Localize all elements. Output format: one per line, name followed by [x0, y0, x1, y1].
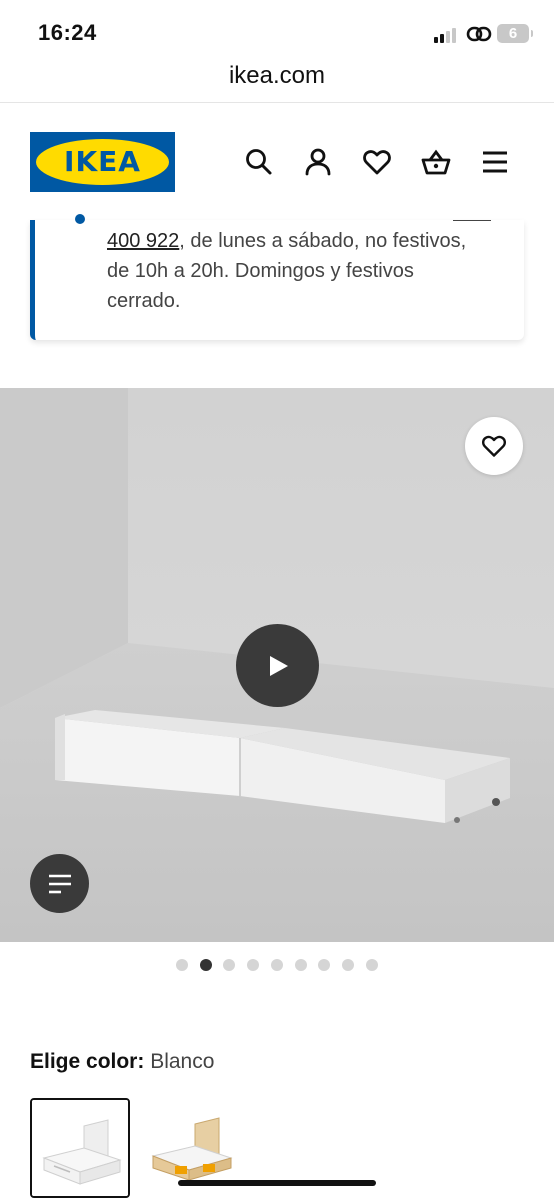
- color-selector-label: Elige color: Blanco: [30, 1050, 214, 1074]
- hours-line-3: cerrado.: [107, 290, 181, 312]
- hours-line-2: de 10h a 20h. Domingos y festivos: [107, 260, 414, 282]
- divider: [0, 102, 554, 103]
- basket-icon[interactable]: [420, 146, 452, 178]
- battery-icon: 6: [497, 24, 533, 43]
- heart-icon[interactable]: [361, 146, 393, 178]
- color-label-title: Elige color:: [30, 1050, 145, 1073]
- address-bar[interactable]: ikea.com: [0, 62, 554, 90]
- home-indicator[interactable]: [178, 1180, 376, 1186]
- gallery-dot[interactable]: [247, 959, 260, 971]
- product-details-button[interactable]: [30, 854, 89, 913]
- list-lines-icon: [49, 874, 71, 894]
- info-dot-icon: [75, 214, 85, 224]
- gallery-dot[interactable]: [341, 959, 354, 971]
- logo-text: IKEA: [64, 145, 141, 178]
- phone-number-link[interactable]: 400 922: [107, 230, 179, 252]
- search-icon[interactable]: [243, 146, 275, 178]
- play-icon: [270, 656, 288, 676]
- selected-color-value: Blanco: [150, 1050, 215, 1073]
- play-video-button[interactable]: [236, 624, 319, 707]
- gallery-dot[interactable]: [270, 959, 283, 971]
- signal-icon: [434, 27, 460, 43]
- store-hours-text: 400 922, de lunes a sábado, no festivos,…: [107, 226, 527, 316]
- gallery-dot[interactable]: [365, 959, 378, 971]
- gallery-dot[interactable]: [223, 959, 236, 971]
- gallery-dot[interactable]: [294, 959, 307, 971]
- gallery-dot[interactable]: [318, 959, 331, 971]
- account-icon[interactable]: [302, 146, 334, 178]
- white-bed-thumbnail: [32, 1100, 128, 1196]
- hamburger-menu-icon[interactable]: [479, 146, 511, 178]
- store-info-card: 400 922, de lunes a sábado, no festivos,…: [30, 214, 527, 340]
- gallery-dot[interactable]: [176, 959, 188, 971]
- heart-icon: [482, 435, 506, 457]
- color-option-white[interactable]: [30, 1098, 130, 1198]
- ikea-logo[interactable]: IKEA: [30, 132, 175, 192]
- gallery-dot[interactable]: [199, 959, 212, 971]
- phone-underline-fragment: [453, 220, 491, 221]
- hours-line-1: , de lunes a sábado, no festivos,: [179, 230, 467, 252]
- favorite-button[interactable]: [465, 417, 523, 475]
- link-icon: [466, 26, 492, 42]
- status-time: 16:24: [38, 20, 97, 45]
- status-bar: 16:24 6: [0, 0, 554, 62]
